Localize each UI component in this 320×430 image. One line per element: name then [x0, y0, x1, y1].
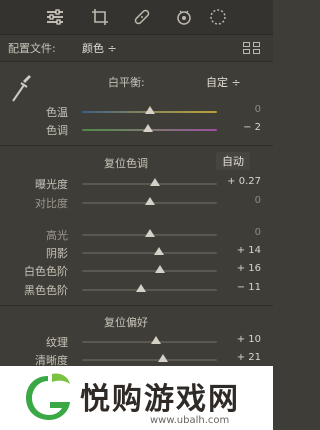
reset-tone-label[interactable]: 复位色调 — [104, 155, 148, 171]
slider-track[interactable] — [82, 270, 217, 272]
slider-thumb[interactable] — [144, 197, 155, 205]
red-eye-icon[interactable] — [172, 5, 196, 29]
crop-icon[interactable] — [88, 5, 112, 29]
slider-thumb[interactable] — [158, 354, 168, 362]
watermark-logo — [26, 373, 70, 420]
radial-filter-icon[interactable] — [206, 5, 230, 29]
reset-presence-label[interactable]: 复位偏好 — [104, 314, 148, 330]
slider-value[interactable]: + 14 — [237, 245, 261, 256]
watermark-text: 悦购游戏网 — [80, 382, 240, 417]
slider-label: 色温 — [46, 106, 68, 119]
slider-label: 纹理 — [46, 336, 68, 349]
slider-contrast[interactable]: 对比度 0 — [0, 194, 273, 212]
slider-temperature[interactable]: 色温 0 — [0, 103, 273, 121]
slider-thumb[interactable] — [144, 229, 155, 237]
auto-tone-button[interactable]: 自动 — [216, 152, 250, 170]
slider-thumb[interactable] — [155, 265, 166, 273]
slider-value[interactable]: 0 — [255, 227, 261, 238]
slider-value[interactable]: − 11 — [237, 282, 261, 293]
slider-value[interactable]: 0 — [255, 104, 261, 115]
slider-blacks[interactable]: 黑色色阶 − 11 — [0, 281, 273, 299]
slider-label: 对比度 — [35, 197, 68, 210]
slider-tint[interactable]: 色调 − 2 — [0, 121, 273, 139]
slider-thumb[interactable] — [136, 284, 147, 292]
slider-label: 黑色色阶 — [24, 284, 68, 297]
slider-thumb[interactable] — [143, 124, 154, 132]
slider-label: 阴影 — [46, 247, 68, 260]
sliders-icon[interactable] — [43, 5, 67, 29]
profile-select[interactable]: 颜色 ÷ — [82, 40, 117, 56]
slider-shadows[interactable]: 阴影 + 14 — [0, 244, 273, 262]
slider-highlights[interactable]: 高光 0 — [0, 226, 273, 244]
white-balance-label: 白平衡: — [108, 76, 145, 89]
slider-track[interactable] — [82, 341, 217, 343]
profile-label: 配置文件: — [8, 42, 56, 55]
slider-value[interactable]: 0 — [255, 195, 261, 206]
slider-label: 高光 — [46, 229, 68, 242]
profile-browser-grid-icon[interactable] — [243, 42, 261, 55]
slider-value[interactable]: + 16 — [237, 263, 261, 274]
healing-brush-icon[interactable] — [130, 5, 154, 29]
slider-label: 曝光度 — [35, 178, 68, 191]
slider-texture[interactable]: 纹理 + 10 — [0, 333, 273, 351]
slider-value[interactable]: − 2 — [243, 122, 261, 133]
slider-thumb[interactable] — [153, 247, 164, 255]
slider-value[interactable]: + 21 — [237, 352, 261, 363]
watermark-url: www.ubalh.com — [150, 415, 230, 426]
eyedropper-icon[interactable] — [10, 73, 32, 103]
slider-thumb[interactable] — [151, 336, 162, 344]
divider — [0, 145, 273, 146]
slider-exposure[interactable]: 曝光度 + 0.27 — [0, 175, 273, 193]
slider-value[interactable]: + 10 — [237, 334, 261, 345]
slider-whites[interactable]: 白色色阶 + 16 — [0, 262, 273, 280]
slider-thumb[interactable] — [149, 178, 160, 186]
slider-track[interactable] — [82, 359, 217, 361]
slider-label: 白色色阶 — [24, 265, 68, 278]
divider — [0, 305, 273, 306]
watermark-banner: 悦购游戏网 www.ubalh.com — [0, 366, 273, 430]
slider-value[interactable]: + 0.27 — [227, 176, 261, 187]
slider-track[interactable] — [82, 289, 217, 291]
profile-row: 配置文件: 颜色 ÷ — [0, 35, 273, 62]
slider-label: 色调 — [46, 124, 68, 137]
tool-strip — [0, 0, 273, 35]
slider-thumb[interactable] — [144, 106, 155, 114]
white-balance-select[interactable]: 自定 ÷ — [206, 74, 241, 90]
slider-track[interactable] — [82, 252, 217, 254]
